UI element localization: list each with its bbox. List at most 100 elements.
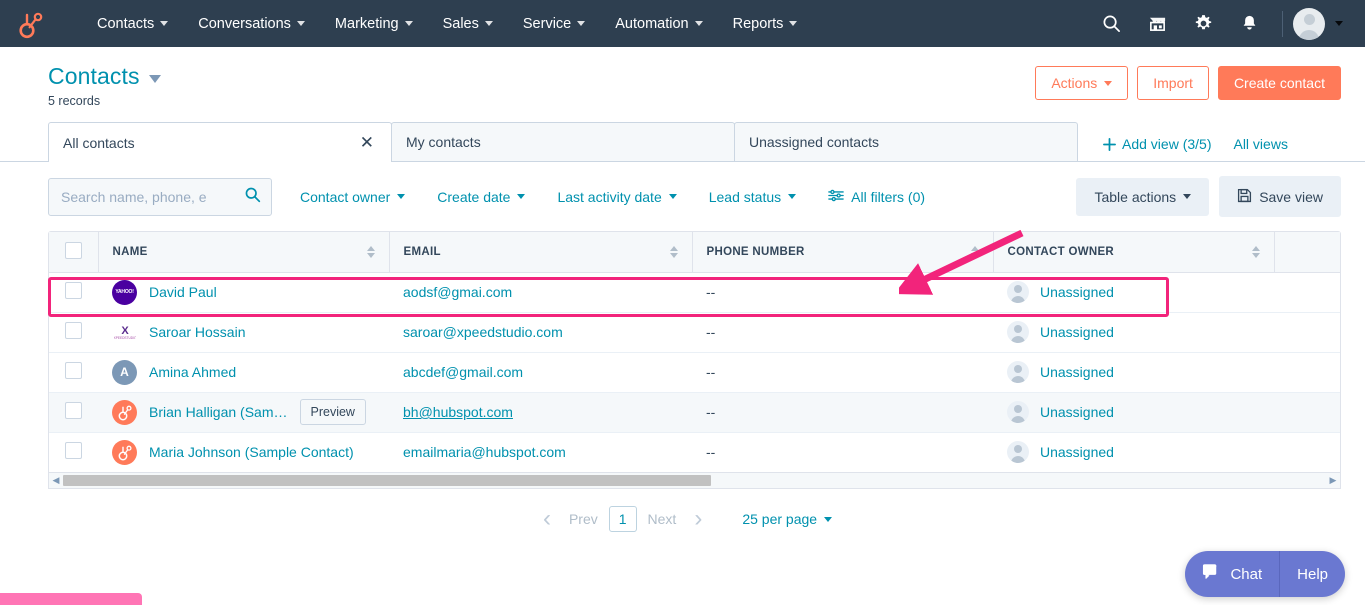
filter-contact-owner[interactable]: Contact owner bbox=[284, 180, 421, 214]
search-input-wrapper[interactable] bbox=[48, 177, 272, 216]
contact-email-link[interactable]: saroar@xpeedstudio.com bbox=[403, 324, 563, 340]
sort-arrows-icon[interactable] bbox=[669, 245, 678, 258]
row-select-cell bbox=[49, 272, 98, 313]
import-button[interactable]: Import bbox=[1137, 66, 1209, 100]
sort-arrows-icon[interactable] bbox=[366, 245, 375, 258]
scroll-right-arrow-icon[interactable]: ▶ bbox=[1326, 475, 1340, 486]
column-header-email[interactable]: EMAIL bbox=[389, 232, 693, 273]
view-tabs-bar: All contacts ✕ My contacts Unassigned co… bbox=[0, 122, 1365, 162]
nav-item-service[interactable]: Service bbox=[508, 2, 600, 46]
user-avatar-menu[interactable] bbox=[1293, 7, 1347, 40]
nav-item-reports[interactable]: Reports bbox=[718, 2, 813, 46]
nav-item-automation[interactable]: Automation bbox=[600, 2, 717, 46]
filter-create-date[interactable]: Create date bbox=[421, 180, 541, 214]
owner-avatar-icon bbox=[1007, 281, 1029, 303]
column-header-spacer bbox=[1274, 232, 1340, 273]
contact-owner-link[interactable]: Unassigned bbox=[1040, 444, 1114, 460]
select-all-checkbox[interactable] bbox=[65, 241, 82, 259]
search-input[interactable] bbox=[61, 188, 244, 205]
contact-owner-link[interactable]: Unassigned bbox=[1040, 364, 1114, 380]
row-checkbox[interactable] bbox=[65, 442, 82, 460]
contact-name-link[interactable]: Maria Johnson (Sample Contact) bbox=[149, 444, 354, 460]
chevron-down-icon bbox=[404, 21, 413, 26]
contact-email-link[interactable]: emailmaria@hubspot.com bbox=[403, 444, 566, 460]
chevron-down-icon bbox=[1104, 80, 1113, 86]
filter-lead-status[interactable]: Lead status bbox=[693, 180, 812, 214]
row-spacer-cell bbox=[1274, 352, 1340, 393]
filter-last-activity-date[interactable]: Last activity date bbox=[541, 180, 692, 214]
row-name-cell: YAHOO! David Paul bbox=[98, 272, 389, 313]
contact-owner-link[interactable]: Unassigned bbox=[1040, 324, 1114, 340]
chevron-down-icon[interactable] bbox=[148, 74, 161, 83]
prev-page-label[interactable]: Prev bbox=[561, 511, 606, 527]
help-button[interactable]: Help bbox=[1280, 551, 1345, 597]
sort-arrows-icon[interactable] bbox=[970, 245, 979, 258]
notifications-bell-icon[interactable] bbox=[1226, 0, 1272, 47]
page-number-1[interactable]: 1 bbox=[608, 506, 637, 532]
nav-label-reports: Reports bbox=[732, 15, 784, 32]
contact-email-link[interactable]: abcdef@gmail.com bbox=[403, 364, 523, 380]
scrollbar-thumb[interactable] bbox=[63, 475, 711, 486]
filter-dropdowns: Contact owner Create date Last activity … bbox=[284, 179, 941, 215]
row-select-cell bbox=[49, 352, 98, 393]
search-icon[interactable] bbox=[244, 186, 261, 208]
row-select-cell bbox=[49, 392, 98, 433]
close-icon[interactable]: ✕ bbox=[357, 132, 377, 153]
contact-name-link[interactable]: Amina Ahmed bbox=[149, 364, 236, 380]
settings-gear-icon[interactable] bbox=[1180, 0, 1226, 47]
actions-button[interactable]: Actions bbox=[1035, 66, 1129, 100]
table-horizontal-scrollbar[interactable]: ◀ ▶ bbox=[48, 473, 1341, 489]
page-title[interactable]: Contacts bbox=[48, 63, 140, 90]
contact-name-link[interactable]: David Paul bbox=[149, 284, 217, 300]
save-view-button[interactable]: Save view bbox=[1219, 176, 1341, 217]
nav-item-contacts[interactable]: Contacts bbox=[82, 2, 183, 46]
table-row[interactable]: YAHOO! David Paul aodsf@gmai.com -- Unas… bbox=[49, 272, 1340, 313]
row-checkbox[interactable] bbox=[65, 402, 82, 419]
tab-unassigned-contacts[interactable]: Unassigned contacts bbox=[734, 122, 1078, 161]
column-header-contact-owner[interactable]: CONTACT OWNER bbox=[993, 232, 1275, 273]
filter-sliders-icon bbox=[828, 188, 844, 206]
all-filters-button[interactable]: All filters (0) bbox=[812, 179, 941, 215]
row-checkbox[interactable] bbox=[65, 282, 82, 299]
sort-arrows-icon[interactable] bbox=[1251, 245, 1260, 258]
table-actions-button[interactable]: Table actions bbox=[1076, 177, 1210, 216]
contact-email-link[interactable]: bh@hubspot.com bbox=[403, 404, 513, 420]
all-views-link[interactable]: All views bbox=[1233, 136, 1287, 152]
contact-name-link[interactable]: Saroar Hossain bbox=[149, 324, 246, 340]
nav-item-sales[interactable]: Sales bbox=[428, 2, 508, 46]
nav-label-automation: Automation bbox=[615, 15, 689, 32]
contact-name-link[interactable]: Brian Halligan (Sam… bbox=[149, 404, 288, 420]
tab-all-contacts[interactable]: All contacts ✕ bbox=[48, 122, 392, 162]
table-row[interactable]: X XPEEDSTUDIO Saroar Hossain saroar@xpee… bbox=[49, 312, 1340, 353]
column-label-contact-owner: CONTACT OWNER bbox=[1007, 245, 1115, 258]
search-icon[interactable] bbox=[1088, 0, 1134, 47]
preview-button[interactable]: Preview bbox=[299, 399, 366, 425]
column-header-phone-number[interactable]: PHONE NUMBER bbox=[692, 232, 994, 273]
contact-email-link[interactable]: aodsf@gmai.com bbox=[403, 284, 512, 300]
table-row[interactable]: Maria Johnson (Sample Contact) emailmari… bbox=[49, 432, 1340, 472]
table-row[interactable]: A Amina Ahmed abcdef@gmail.com -- Unassi… bbox=[49, 352, 1340, 393]
owner-avatar-icon bbox=[1007, 361, 1029, 383]
row-email-cell: emailmaria@hubspot.com bbox=[389, 432, 692, 472]
column-header-name[interactable]: NAME bbox=[98, 232, 390, 273]
tab-my-contacts[interactable]: My contacts bbox=[391, 122, 735, 161]
chat-button[interactable]: Chat bbox=[1185, 551, 1279, 597]
nav-item-marketing[interactable]: Marketing bbox=[320, 2, 428, 46]
add-view-button[interactable]: Add view (3/5) bbox=[1103, 136, 1211, 152]
phone-value: -- bbox=[706, 404, 716, 420]
nav-item-conversations[interactable]: Conversations bbox=[183, 2, 320, 46]
main-content-area: Contacts 5 records Actions Import Create… bbox=[0, 47, 1365, 605]
table-row[interactable]: Brian Halligan (Sam… Preview bh@hubspot.… bbox=[49, 392, 1340, 433]
row-checkbox[interactable] bbox=[65, 362, 82, 379]
marketplace-icon[interactable] bbox=[1134, 0, 1180, 47]
per-page-dropdown[interactable]: 25 per page bbox=[742, 511, 833, 527]
create-contact-button[interactable]: Create contact bbox=[1217, 66, 1341, 100]
prev-page-chevron-icon[interactable]: ‹ bbox=[533, 507, 561, 531]
scroll-left-arrow-icon[interactable]: ◀ bbox=[49, 475, 63, 486]
hubspot-sprocket-logo-icon[interactable] bbox=[14, 7, 48, 41]
contact-owner-link[interactable]: Unassigned bbox=[1040, 284, 1114, 300]
next-page-chevron-icon[interactable]: › bbox=[684, 507, 712, 531]
contact-owner-link[interactable]: Unassigned bbox=[1040, 404, 1114, 420]
next-page-label[interactable]: Next bbox=[640, 511, 685, 527]
row-checkbox[interactable] bbox=[65, 322, 82, 339]
